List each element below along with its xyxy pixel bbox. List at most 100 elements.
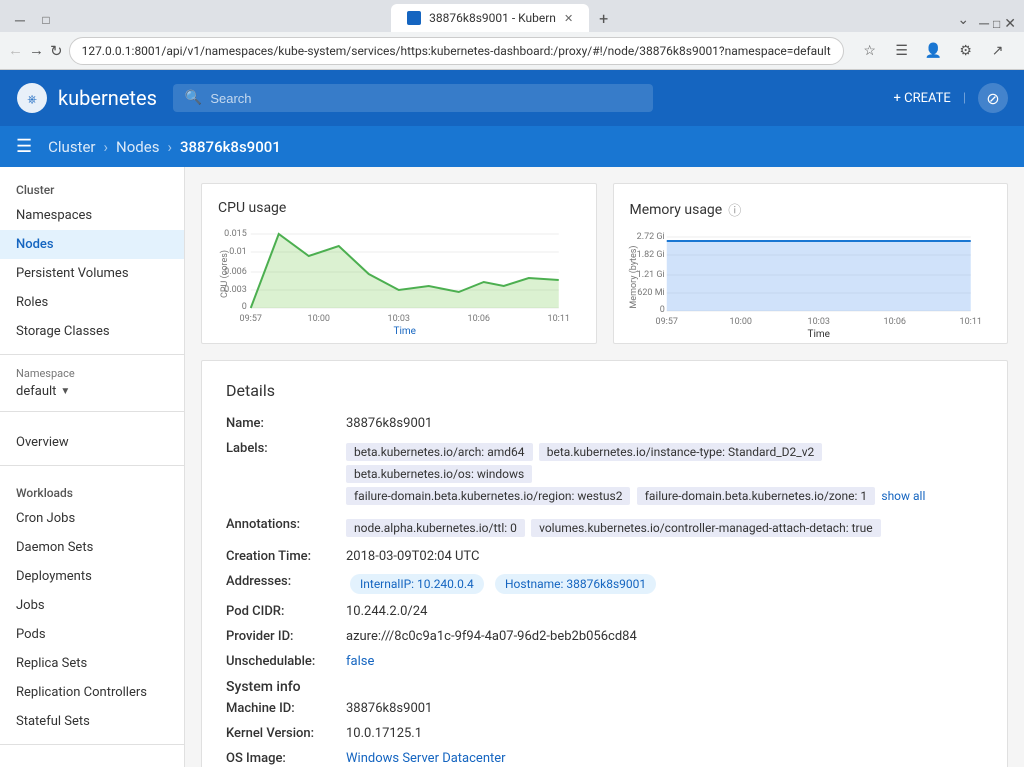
sidebar-item-pods[interactable]: Pods [0,620,184,649]
addresses-label: Addresses: [226,574,346,589]
address-bar[interactable]: 127.0.0.1:8001/api/v1/namespaces/kube-sy… [69,37,844,65]
sidebar-item-storage-classes[interactable]: Storage Classes [0,317,184,346]
breadcrumb-sep-1: › [104,138,109,156]
svg-text:10:06: 10:06 [468,314,490,324]
sidebar-item-replica-sets[interactable]: Replica Sets [0,649,184,678]
window-close-btn[interactable]: ✕ [1004,16,1016,32]
label-tag-1: beta.kubernetes.io/instance-type: Standa… [539,443,823,461]
svg-text:0: 0 [659,305,664,315]
active-tab[interactable]: 38876k8s9001 - Kubern ✕ [391,4,589,32]
sidebar-item-jobs[interactable]: Jobs [0,591,184,620]
annotation-tag-0: node.alpha.kubernetes.io/ttl: 0 [346,519,525,537]
window-min-btn[interactable]: ─ [979,15,989,32]
header-divider: | [963,91,966,106]
sidebar-item-replication-controllers[interactable]: Replication Controllers [0,678,184,707]
hamburger-menu[interactable]: ☰ [16,136,32,157]
menu-button[interactable]: ⋯ [1016,37,1024,65]
details-card: Details Name: 38876k8s9001 Labels: beta.… [201,360,1008,767]
sidebar-item-overview[interactable]: Overview [0,428,184,457]
breadcrumb-cluster[interactable]: Cluster [48,138,95,156]
detail-row-creation: Creation Time: 2018-03-09T02:04 UTC [226,549,983,564]
browser-nav-bar: ← → ↻ 127.0.0.1:8001/api/v1/namespaces/k… [0,32,1024,70]
detail-row-labels: Labels: beta.kubernetes.io/arch: amd64 b… [226,441,983,507]
creation-value: 2018-03-09T02:04 UTC [346,549,983,564]
svg-text:0: 0 [242,302,247,312]
bookmarks-button[interactable]: ☆ [856,37,884,65]
svg-text:1.82 Gi: 1.82 Gi [636,250,664,260]
reading-list-button[interactable]: ☰ [888,37,916,65]
kubernetes-logo: ⎈ [16,82,48,114]
window-max-btn[interactable]: □ [993,17,1000,31]
browser-chrome: ─ □ 38876k8s9001 - Kubern ✕ + ⌄ ─ □ ✕ ← … [0,0,1024,70]
tab-close-button[interactable]: ✕ [564,12,573,25]
unschedulable-value: false [346,654,983,669]
namespace-value: default [16,384,56,399]
create-button[interactable]: + CREATE [894,91,951,106]
search-bar[interactable]: 🔍 [173,84,653,112]
breadcrumb-current: 38876k8s9001 [180,138,281,156]
os-image-value: Windows Server Datacenter [346,751,983,766]
sidebar-item-deployments[interactable]: Deployments [0,562,184,591]
label-tag-3: failure-domain.beta.kubernetes.io/region… [346,487,630,505]
window-control-restore[interactable]: □ [34,8,58,32]
sidebar-item-daemon-sets[interactable]: Daemon Sets [0,533,184,562]
svg-text:09:57: 09:57 [655,317,677,327]
svg-text:10:03: 10:03 [807,317,829,327]
name-value: 38876k8s9001 [346,416,983,431]
label-tag-0: beta.kubernetes.io/arch: amd64 [346,443,533,461]
app: ⎈ kubernetes 🔍 + CREATE | ⊘ ☰ Cluster › … [0,70,1024,767]
detail-row-unschedulable: Unschedulable: false [226,654,983,669]
refresh-button[interactable]: ↻ [50,37,63,65]
back-button[interactable]: ← [8,37,23,65]
detail-row-annotations: Annotations: node.alpha.kubernetes.io/tt… [226,517,983,539]
svg-text:10:11: 10:11 [548,314,570,324]
sidebar-item-nodes[interactable]: Nodes [0,230,184,259]
addresses-value: InternalIP: 10.240.0.4 Hostname: 38876k8… [346,574,983,594]
share-button[interactable]: ↗ [984,37,1012,65]
sidebar-item-cron-jobs[interactable]: Cron Jobs [0,504,184,533]
search-input[interactable] [210,91,641,106]
namespace-section: Namespace default ▼ [0,359,184,407]
machine-id-value: 38876k8s9001 [346,701,983,716]
memory-chart-area: 2.72 Gi 1.82 Gi 1.21 Gi 620 Mi 0 Memory … [630,227,992,327]
window-control-minimize[interactable]: ─ [8,8,32,32]
cpu-chart-card: CPU usage 0.015 0.01 0.006 0.003 0 CPU (… [201,183,597,344]
svg-text:1.21 Gi: 1.21 Gi [636,270,664,280]
pod-cidr-value: 10.244.2.0/24 [346,604,983,619]
tab-title: 38876k8s9001 - Kubern [429,11,556,25]
extensions-button[interactable]: ⚙ [952,37,980,65]
sidebar-item-namespaces[interactable]: Namespaces [0,201,184,230]
tab-menu-button[interactable]: ⌄ [949,8,977,32]
svg-text:0.015: 0.015 [224,229,247,239]
detail-row-name: Name: 38876k8s9001 [226,416,983,431]
detail-row-pod-cidr: Pod CIDR: 10.244.2.0/24 [226,604,983,619]
account-button[interactable]: 👤 [920,37,948,65]
search-icon: 🔍 [185,90,202,106]
discovery-section-title: Discovery and Load Balancing [0,761,184,767]
sidebar-item-roles[interactable]: Roles [0,288,184,317]
creation-label: Creation Time: [226,549,346,564]
discovery-section: Discovery and Load Balancing Ingresses S… [0,749,184,767]
svg-text:2.72 Gi: 2.72 Gi [636,232,664,242]
sidebar-divider-2 [0,411,184,412]
sidebar-item-persistent-volumes[interactable]: Persistent Volumes [0,259,184,288]
cluster-section: Cluster Namespaces Nodes Persistent Volu… [0,167,184,350]
hostname-badge: Hostname: 38876k8s9001 [495,574,656,594]
labels-label: Labels: [226,441,346,456]
details-title: Details [226,381,983,400]
pod-cidr-label: Pod CIDR: [226,604,346,619]
breadcrumb-nodes[interactable]: Nodes [116,138,159,156]
user-icon[interactable]: ⊘ [978,83,1008,113]
svg-text:0.01: 0.01 [229,247,247,257]
forward-button[interactable]: → [29,37,44,65]
new-tab-button[interactable]: + [591,5,616,32]
memory-chart-card: Memory usage ⓘ 2.72 Gi 1.82 Gi 1.21 Gi 6… [613,183,1009,344]
sidebar-item-stateful-sets[interactable]: Stateful Sets [0,707,184,736]
cluster-section-title: Cluster [0,179,184,201]
svg-text:10:11: 10:11 [959,317,981,327]
svg-text:Time: Time [807,329,829,340]
show-all-link[interactable]: show all [881,489,925,503]
address-text: 127.0.0.1:8001/api/v1/namespaces/kube-sy… [82,44,831,58]
namespace-select[interactable]: default ▼ [16,384,168,399]
detail-row-machine-id: Machine ID: 38876k8s9001 [226,701,983,716]
